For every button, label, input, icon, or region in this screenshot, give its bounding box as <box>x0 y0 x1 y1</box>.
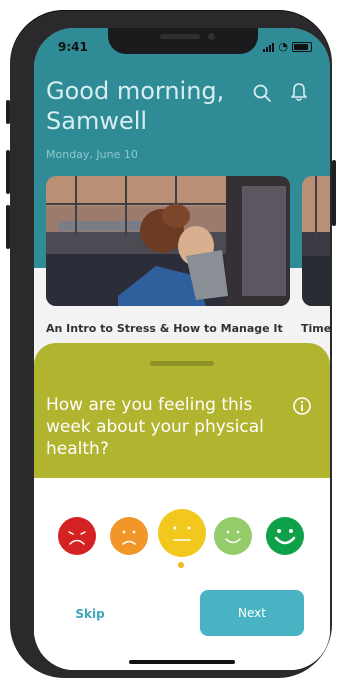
notch <box>108 28 258 54</box>
status-time: 9:41 <box>58 40 88 54</box>
mood-very-happy-button[interactable] <box>266 517 304 555</box>
survey-sheet-body <box>34 478 330 670</box>
face-fill <box>110 517 148 555</box>
status-icons: ◔ <box>263 40 312 53</box>
skip-button[interactable]: Skip <box>54 596 126 632</box>
search-icon[interactable] <box>252 83 272 103</box>
selected-mood-indicator <box>178 562 184 568</box>
wifi-icon: ◔ <box>278 40 288 53</box>
mood-neutral-button[interactable] <box>158 509 206 557</box>
greeting-title: Good morning, Samwell <box>46 77 225 135</box>
article-card-image[interactable] <box>302 176 330 306</box>
mood-very-sad-button[interactable] <box>58 517 96 555</box>
mood-sad-button[interactable] <box>110 517 148 555</box>
article-card-image[interactable] <box>46 176 290 306</box>
volume-up-button <box>6 150 10 194</box>
home-indicator <box>129 660 235 664</box>
signal-icon <box>263 42 275 52</box>
next-button[interactable]: Next <box>200 590 304 636</box>
drag-handle[interactable] <box>150 361 214 366</box>
mood-happy-button[interactable] <box>214 517 252 555</box>
date-label: Monday, June 10 <box>46 148 138 161</box>
face-fill <box>214 517 252 555</box>
battery-icon <box>292 41 312 52</box>
bell-icon[interactable] <box>290 81 308 103</box>
article-photo <box>46 176 290 306</box>
app-screen: 9:41 ◔ Good morning, Samwell Monday, Jun… <box>34 28 330 670</box>
face-fill <box>58 517 96 555</box>
speaker <box>160 34 200 39</box>
article-photo <box>302 176 330 306</box>
survey-question: How are you feeling this week about your… <box>46 395 264 459</box>
face-fill <box>158 509 206 557</box>
front-camera <box>208 33 215 40</box>
info-icon[interactable] <box>292 396 312 416</box>
article-title[interactable]: An Intro to Stress & How to Manage It <box>46 322 283 335</box>
mute-switch <box>6 100 10 124</box>
face-fill <box>266 517 304 555</box>
volume-down-button <box>6 205 10 249</box>
article-title[interactable]: Time <box>301 322 330 335</box>
power-button <box>332 160 336 226</box>
